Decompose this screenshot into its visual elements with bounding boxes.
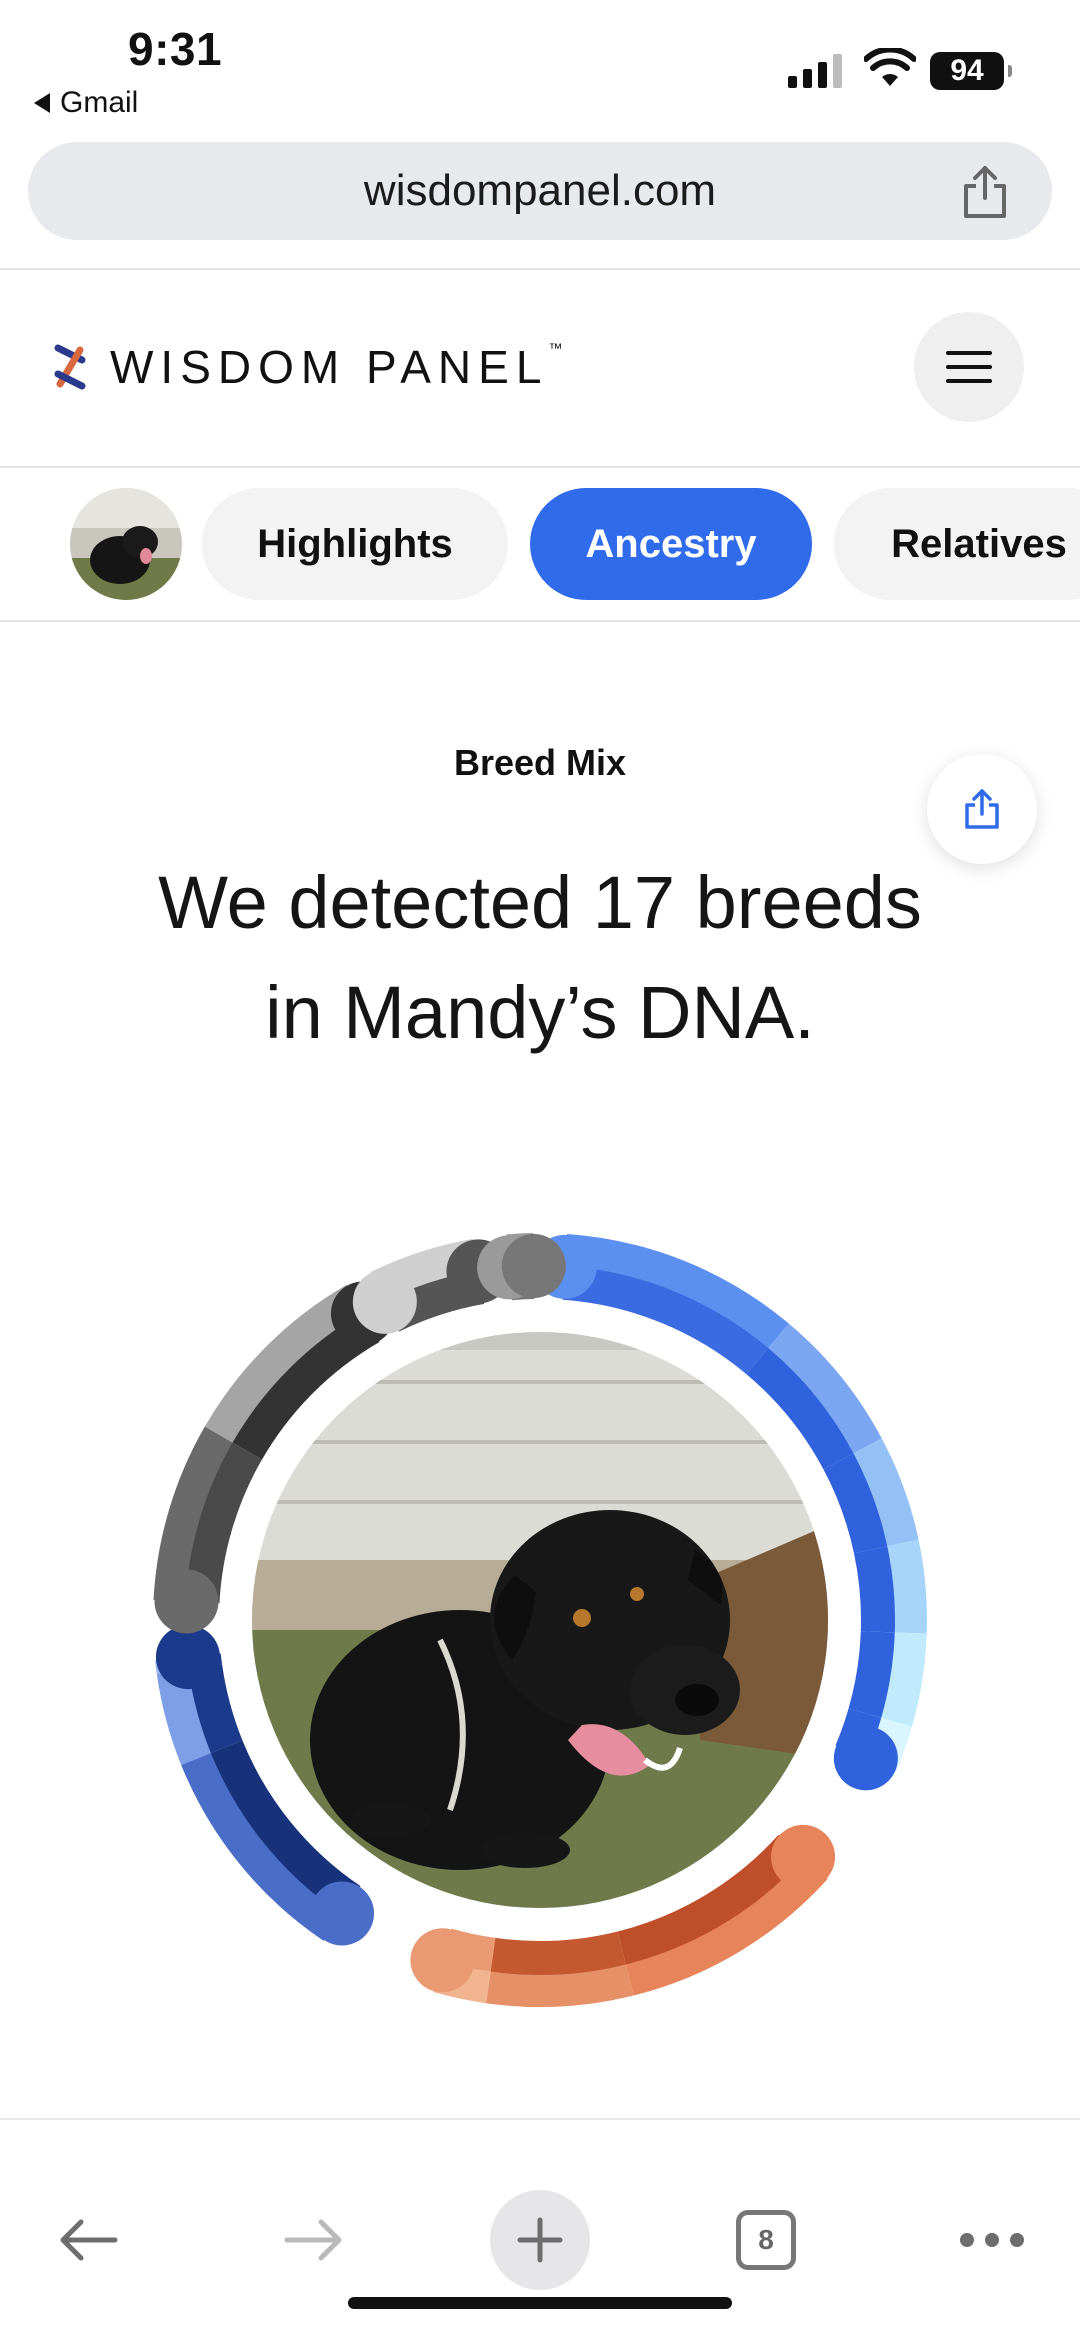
more-dots-icon xyxy=(960,2233,1024,2247)
menu-line xyxy=(946,351,992,355)
home-indicator xyxy=(348,2297,732,2309)
new-tab-circle xyxy=(490,2190,590,2290)
new-tab-button[interactable] xyxy=(480,2180,600,2300)
breed-mix-donut[interactable] xyxy=(140,1220,940,2020)
back-button[interactable] xyxy=(28,2180,148,2300)
headline-line-2: in Mandy’s DNA. xyxy=(265,971,815,1054)
breed-segment xyxy=(885,1539,927,1634)
menu-button[interactable] xyxy=(914,312,1024,422)
dog-photo xyxy=(252,1332,828,1908)
tab-relatives[interactable]: Relatives xyxy=(834,488,1080,600)
breed-segment xyxy=(853,1546,895,1633)
arrow-left-icon xyxy=(60,2219,118,2261)
menu-line xyxy=(946,365,992,369)
breed-segment xyxy=(486,1962,634,2007)
tab-bar: Highlights Ancestry Relatives xyxy=(0,470,1080,620)
breed-segment xyxy=(848,1630,895,1718)
plus-icon xyxy=(517,2217,563,2263)
status-bar: 9:31 Gmail 94 xyxy=(0,0,1080,130)
logo-mark-icon xyxy=(54,344,86,390)
more-button[interactable] xyxy=(932,2180,1052,2300)
tabs-button[interactable]: 8 xyxy=(706,2180,826,2300)
forward-button[interactable] xyxy=(254,2180,374,2300)
arrow-right-icon xyxy=(284,2219,342,2261)
logo-text: WISDOM PANEL™ xyxy=(110,340,563,393)
divider xyxy=(0,466,1080,468)
breed-segment xyxy=(879,1632,927,1727)
back-to-gmail[interactable]: Gmail xyxy=(34,86,138,120)
tab-highlights[interactable]: Highlights xyxy=(202,488,508,600)
address-bar[interactable]: wisdompanel.com xyxy=(28,142,1052,240)
headline-line-1: We detected 17 breeds xyxy=(158,861,922,944)
back-app-label: Gmail xyxy=(60,86,139,119)
status-time: 9:31 xyxy=(128,23,223,75)
back-triangle-icon xyxy=(34,93,50,113)
tab-ancestry[interactable]: Ancestry xyxy=(530,488,812,600)
divider xyxy=(0,268,1080,270)
tab-count: 8 xyxy=(736,2210,796,2270)
share-icon[interactable] xyxy=(958,164,1012,220)
wifi-icon xyxy=(864,48,916,86)
wisdom-panel-logo[interactable]: WISDOM PANEL™ xyxy=(52,340,562,394)
divider xyxy=(0,620,1080,622)
share-icon xyxy=(965,789,999,829)
battery-indicator: 94 xyxy=(930,52,1012,90)
page-headline: We detected 17 breeds in Mandy’s DNA. xyxy=(90,848,990,1068)
breed-segment xyxy=(490,1931,626,1975)
cellular-signal-icon xyxy=(788,54,842,88)
menu-line xyxy=(946,379,992,383)
section-label: Breed Mix xyxy=(453,742,627,783)
url-text[interactable]: wisdompanel.com xyxy=(28,142,1052,240)
dog-avatar[interactable] xyxy=(70,488,182,600)
